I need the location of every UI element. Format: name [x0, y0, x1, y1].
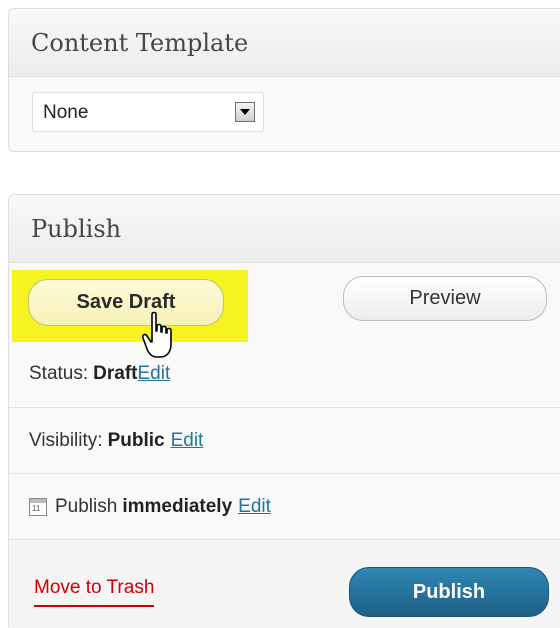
- status-value: Draft: [93, 363, 138, 384]
- save-draft-button[interactable]: Save Draft: [28, 279, 224, 326]
- preview-button[interactable]: Preview: [343, 276, 547, 321]
- content-template-select[interactable]: None: [32, 92, 264, 132]
- publish-panel: Publish Save Draft Preview Status: Draft…: [8, 194, 560, 628]
- visibility-edit-link[interactable]: Edit: [171, 430, 204, 452]
- schedule-edit-link[interactable]: Edit: [238, 496, 271, 518]
- schedule-row: 11 Publish immediately Edit: [9, 473, 560, 539]
- content-template-title: Content Template: [9, 9, 560, 77]
- chevron-down-icon[interactable]: [235, 102, 255, 122]
- publish-button[interactable]: Publish: [349, 567, 549, 617]
- status-label: Status:: [29, 363, 89, 384]
- hand-pointer-cursor-icon: [142, 311, 172, 358]
- move-to-trash-link[interactable]: Move to Trash: [34, 577, 155, 607]
- status-row: Status: Draft Edit: [9, 341, 560, 407]
- content-template-panel: Content Template None: [8, 8, 560, 152]
- visibility-row: Visibility: Public Edit: [9, 407, 560, 473]
- schedule-value: immediately: [122, 495, 233, 517]
- content-template-select-value: None: [43, 102, 89, 123]
- publish-actions-footer: Move to Trash Publish: [9, 539, 560, 628]
- calendar-icon: 11: [29, 497, 47, 516]
- publish-panel-title: Publish: [9, 195, 560, 263]
- status-edit-link[interactable]: Edit: [138, 363, 171, 385]
- calendar-icon-day: 11: [32, 503, 41, 513]
- visibility-value: Public: [107, 429, 165, 451]
- schedule-label: Publish: [55, 495, 118, 517]
- visibility-label: Visibility:: [29, 429, 103, 451]
